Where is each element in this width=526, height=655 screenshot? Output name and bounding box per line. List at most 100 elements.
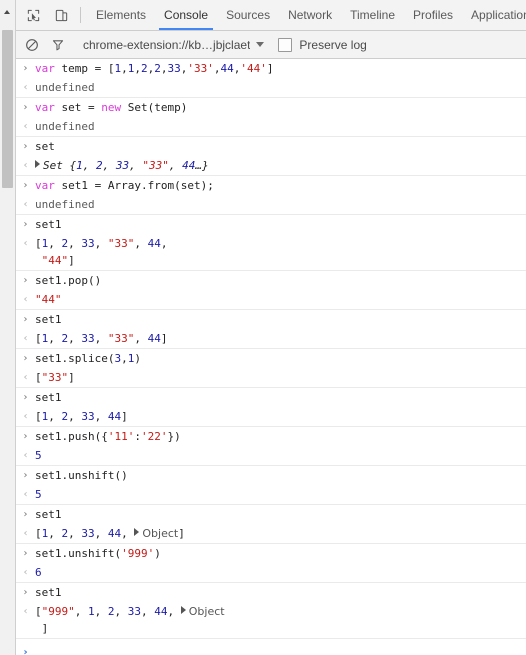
console-input-row[interactable]: › set1.unshift() xyxy=(16,466,526,485)
console-group: › set1 ‹ [1, 2, 33, 44, Object] xyxy=(16,505,526,544)
tab-console[interactable]: Console xyxy=(155,0,217,30)
output-marker-icon: ‹ xyxy=(23,121,28,132)
console-input-row[interactable]: › set1.splice(3,1) xyxy=(16,349,526,368)
console-input-row[interactable]: › set1 xyxy=(16,388,526,407)
preserve-log-toggle[interactable]: Preserve log xyxy=(278,37,367,52)
input-marker-icon: › xyxy=(23,587,28,598)
filter-funnel-icon[interactable] xyxy=(45,38,71,52)
toolbar-divider xyxy=(80,7,81,23)
tab-application[interactable]: Application xyxy=(462,0,526,30)
console-input-text: set1.splice(3,1) xyxy=(35,352,141,365)
devtools-tabbar: Elements Console Sources Network Timelin… xyxy=(16,0,526,31)
input-marker-icon: › xyxy=(23,141,28,152)
console-input-row[interactable]: › set xyxy=(16,137,526,156)
chevron-down-icon xyxy=(256,42,265,47)
console-input-row[interactable]: › set1 xyxy=(16,215,526,234)
tab-network[interactable]: Network xyxy=(279,0,341,30)
clear-console-icon[interactable] xyxy=(19,38,45,52)
console-input-row[interactable]: › var set1 = Array.from(set); xyxy=(16,176,526,195)
console-output-row[interactable]: ‹ ["999", 1, 2, 33, 44, Object ] xyxy=(16,602,526,638)
console-input-row[interactable]: › set1 xyxy=(16,505,526,524)
output-marker-icon: ‹ xyxy=(23,567,28,578)
console-output-text[interactable]: [1, 2, 33, "33", 44] xyxy=(35,330,526,347)
console-output-text: 5 xyxy=(35,488,42,501)
console-output-row: ‹ 5 xyxy=(16,446,526,465)
console-group: › set ‹ Set {1, 2, 33, "33", 44…} xyxy=(16,137,526,176)
console-output-text: 5 xyxy=(35,449,42,462)
console-message-list[interactable]: › var temp = [1,1,2,2,33,'33',44,'44'] ‹… xyxy=(16,59,526,655)
tab-profiles[interactable]: Profiles xyxy=(404,0,462,30)
console-group: › set1 ‹ ["999", 1, 2, 33, 44, Object ] xyxy=(16,583,526,639)
console-input-text: var set1 = Array.from(set); xyxy=(35,179,214,192)
output-marker-icon: ‹ xyxy=(23,411,28,422)
tab-elements[interactable]: Elements xyxy=(87,0,155,30)
console-input-row[interactable]: › set1.push({'11':'22'}) xyxy=(16,427,526,446)
console-input-row[interactable]: › var temp = [1,1,2,2,33,'33',44,'44'] xyxy=(16,59,526,78)
tab-label: Timeline xyxy=(350,8,396,22)
output-marker-icon: ‹ xyxy=(23,489,28,500)
console-group: › set1.splice(3,1) ‹ ["33"] xyxy=(16,349,526,388)
console-output-row: ‹ undefined xyxy=(16,78,526,97)
console-group: › set1.unshift('999') ‹ 6 xyxy=(16,544,526,583)
console-input-text: set1 xyxy=(35,586,62,599)
console-input-row[interactable]: › set1.pop() xyxy=(16,271,526,290)
tab-label: Console xyxy=(164,8,209,22)
scroll-up-arrow-icon[interactable] xyxy=(4,10,10,14)
scrollbar-thumb[interactable] xyxy=(2,30,13,188)
input-marker-icon: › xyxy=(23,509,28,520)
console-input-row[interactable]: › set1 xyxy=(16,310,526,329)
console-input-text: set1 xyxy=(35,391,62,404)
console-group: › set1.push({'11':'22'}) ‹ 5 xyxy=(16,427,526,466)
tab-sources[interactable]: Sources xyxy=(217,0,279,30)
toggle-device-toolbar-icon[interactable] xyxy=(47,0,75,30)
tab-label: Profiles xyxy=(413,8,454,22)
console-output-text[interactable]: ["999", 1, 2, 33, 44, Object ] xyxy=(35,603,526,637)
console-output-row[interactable]: ‹ [1, 2, 33, "33", 44] xyxy=(16,329,526,348)
tab-label: Elements xyxy=(96,8,147,22)
console-input-text: set1.push({'11':'22'}) xyxy=(35,430,181,443)
output-marker-icon: ‹ xyxy=(23,82,28,93)
prompt-marker-icon: › xyxy=(23,646,28,655)
console-input-text: set xyxy=(35,140,55,153)
console-output-text: undefined xyxy=(35,120,95,133)
console-output-row[interactable]: ‹ [1, 2, 33, "33", 44, "44"] xyxy=(16,234,526,270)
console-output-text[interactable]: [1, 2, 33, "33", 44, "44"] xyxy=(35,235,526,269)
input-marker-icon: › xyxy=(23,219,28,230)
page-scrollbar[interactable] xyxy=(0,0,16,655)
console-input-text: set1 xyxy=(35,508,62,521)
console-input-text: set1.unshift('999') xyxy=(35,547,161,560)
console-prompt-row[interactable]: › xyxy=(16,639,526,655)
console-output-text[interactable]: ["33"] xyxy=(35,369,526,386)
console-input-row[interactable]: › set1 xyxy=(16,583,526,602)
console-output-text[interactable]: [1, 2, 33, 44] xyxy=(35,408,526,425)
output-marker-icon: ‹ xyxy=(23,199,28,210)
console-input-text: var set = new Set(temp) xyxy=(35,101,188,114)
preserve-log-checkbox[interactable] xyxy=(278,37,293,52)
console-input-row[interactable]: › var set = new Set(temp) xyxy=(16,98,526,117)
output-marker-icon: ‹ xyxy=(23,160,28,171)
console-output-row: ‹ 6 xyxy=(16,563,526,582)
console-output-text[interactable]: [1, 2, 33, 44, Object] xyxy=(35,525,526,542)
expand-triangle-icon xyxy=(134,528,140,536)
console-output-row[interactable]: ‹ [1, 2, 33, 44, Object] xyxy=(16,524,526,543)
preserve-log-label: Preserve log xyxy=(299,37,367,52)
console-output-row[interactable]: ‹ [1, 2, 33, 44] xyxy=(16,407,526,426)
console-output-row[interactable]: ‹ Set {1, 2, 33, "33", 44…} xyxy=(16,156,526,175)
console-input-text: set1 xyxy=(35,313,62,326)
inspect-element-icon[interactable] xyxy=(19,0,47,30)
console-output-text: undefined xyxy=(35,81,95,94)
console-input-text: var temp = [1,1,2,2,33,'33',44,'44'] xyxy=(35,62,274,75)
console-group: › set1.unshift() ‹ 5 xyxy=(16,466,526,505)
tab-timeline[interactable]: Timeline xyxy=(341,0,404,30)
devtools-window: Elements Console Sources Network Timelin… xyxy=(0,0,526,655)
input-marker-icon: › xyxy=(23,470,28,481)
output-marker-icon: ‹ xyxy=(23,450,28,461)
console-output-text[interactable]: Set {1, 2, 33, "33", 44…} xyxy=(35,157,526,174)
execution-context-selector[interactable]: chrome-extension://kb…jbjclaet xyxy=(83,38,265,52)
tab-label: Sources xyxy=(226,8,271,22)
console-output-row[interactable]: ‹ ["33"] xyxy=(16,368,526,387)
console-input-text: set1 xyxy=(35,218,62,231)
output-marker-icon: ‹ xyxy=(23,372,28,383)
console-input-text: set1.unshift() xyxy=(35,469,128,482)
console-input-row[interactable]: › set1.unshift('999') xyxy=(16,544,526,563)
